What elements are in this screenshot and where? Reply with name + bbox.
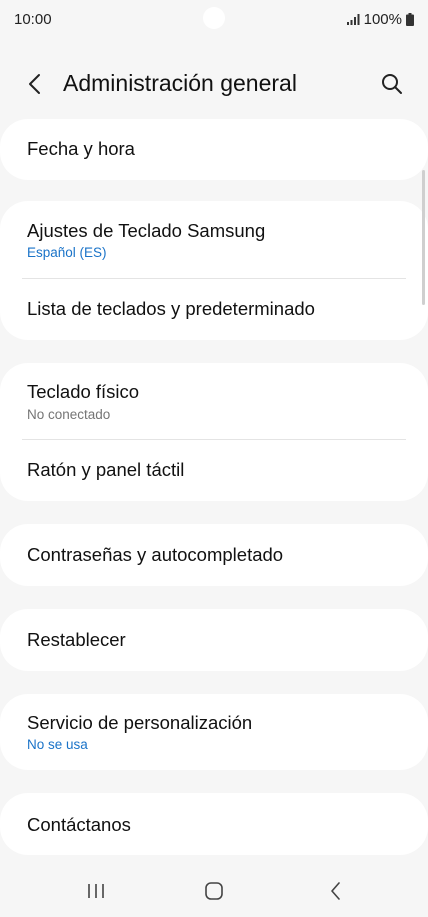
signal-icon (346, 14, 360, 25)
page-title: Administración general (63, 70, 297, 96)
status-time: 10:00 (14, 11, 52, 28)
list-item-raton-panel[interactable]: Ratón y panel táctil (0, 439, 428, 501)
item-subtitle: No conectado (27, 407, 111, 422)
app-header: Administración general (0, 60, 428, 108)
home-button[interactable] (198, 875, 230, 907)
item-title: Ratón y panel táctil (27, 459, 185, 480)
scrollbar[interactable] (422, 170, 425, 305)
list-item-personalizacion[interactable]: Servicio de personalización No se usa (0, 694, 428, 770)
card-date-time: Fecha y hora (0, 119, 428, 180)
list-item-restablecer[interactable]: Restablecer (0, 609, 428, 671)
item-title: Lista de teclados y predeterminado (27, 298, 315, 319)
item-title: Teclado físico (27, 381, 140, 402)
chevron-left-icon (331, 882, 340, 900)
card-personalization: Servicio de personalización No se usa (0, 694, 428, 770)
search-button[interactable] (378, 70, 406, 98)
search-icon (382, 74, 402, 94)
list-item-teclado-fisico[interactable]: Teclado físico No conectado (0, 363, 428, 439)
item-title: Servicio de personalización (27, 712, 253, 733)
item-title: Ajustes de Teclado Samsung (27, 220, 266, 241)
item-subtitle: No se usa (27, 737, 88, 752)
front-camera-cutout (203, 7, 225, 29)
list-item-fecha-hora[interactable]: Fecha y hora (0, 119, 428, 180)
home-icon (205, 882, 223, 900)
battery-icon (406, 13, 414, 26)
list-item-lista-teclados[interactable]: Lista de teclados y predeterminado (0, 278, 428, 340)
card-input-devices: Teclado físico No conectado Ratón y pane… (0, 363, 428, 501)
item-title: Fecha y hora (27, 138, 135, 159)
navigation-bar (0, 865, 428, 917)
item-title: Contraseñas y autocompletado (27, 544, 284, 565)
list-item-contactanos[interactable]: Contáctanos (0, 793, 428, 855)
nav-back-button[interactable] (320, 875, 352, 907)
card-passwords: Contraseñas y autocompletado (0, 524, 428, 586)
status-bar: 10:00 100% (0, 0, 428, 38)
item-title: Restablecer (27, 629, 126, 650)
item-subtitle: Español (ES) (27, 245, 107, 260)
status-indicators: 100% (346, 11, 414, 28)
back-arrow-icon (29, 74, 40, 94)
list-item-contrasenas[interactable]: Contraseñas y autocompletado (0, 524, 428, 586)
item-title: Contáctanos (27, 814, 131, 835)
card-reset: Restablecer (0, 609, 428, 671)
card-contact: Contáctanos (0, 793, 428, 855)
recent-apps-icon (88, 884, 104, 898)
card-keyboards: Ajustes de Teclado Samsung Español (ES) … (0, 201, 428, 340)
back-button[interactable] (22, 70, 50, 98)
battery-percent: 100% (363, 11, 402, 28)
list-item-ajustes-teclado[interactable]: Ajustes de Teclado Samsung Español (ES) (0, 201, 428, 278)
recent-apps-button[interactable] (80, 875, 112, 907)
